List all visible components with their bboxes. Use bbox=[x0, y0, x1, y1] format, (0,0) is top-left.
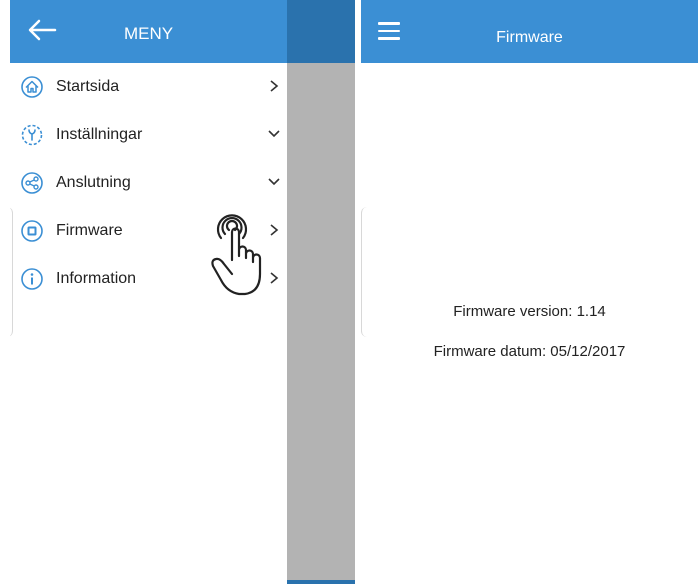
chevron-right-icon bbox=[270, 80, 279, 92]
chevron-down-icon bbox=[268, 130, 280, 138]
menu-item-label: Inställningar bbox=[56, 126, 143, 143]
tap-hand-icon bbox=[211, 214, 262, 296]
chevron-down-icon bbox=[268, 178, 280, 186]
dimmed-appbar bbox=[287, 0, 355, 63]
drawer-scrim[interactable] bbox=[287, 0, 355, 584]
firmware-screen: Firmware Firmware version: 1.14 Firmware… bbox=[361, 0, 698, 584]
dimmed-bottom-bar bbox=[287, 580, 355, 584]
settings-wrench-icon bbox=[21, 124, 43, 146]
page-title: Firmware bbox=[496, 29, 563, 46]
chip-icon bbox=[21, 220, 43, 242]
menu-item-installningar[interactable]: Inställningar bbox=[10, 111, 287, 159]
drawer-header: MENY bbox=[10, 0, 287, 63]
menu-item-label: Information bbox=[56, 270, 137, 287]
info-icon bbox=[21, 268, 43, 290]
firmware-date-text: Firmware datum: 05/12/2017 bbox=[433, 343, 626, 360]
drawer-title: MENY bbox=[123, 24, 174, 43]
menu-item-label: Anslutning bbox=[56, 174, 131, 191]
firmware-version-text: Firmware version: 1.14 bbox=[453, 303, 606, 320]
drawer-screen: MENY Startsida Inställningar Anslutning … bbox=[10, 0, 355, 584]
menu-item-label: Firmware bbox=[56, 222, 123, 239]
home-icon bbox=[21, 76, 43, 98]
firmware-appbar: Firmware bbox=[361, 0, 698, 63]
screen-edge-marker bbox=[10, 207, 13, 337]
menu-item-label: Startsida bbox=[56, 78, 120, 95]
menu-item-startsida[interactable]: Startsida bbox=[10, 63, 287, 111]
share-icon bbox=[21, 172, 43, 194]
menu-item-anslutning[interactable]: Anslutning bbox=[10, 159, 287, 207]
